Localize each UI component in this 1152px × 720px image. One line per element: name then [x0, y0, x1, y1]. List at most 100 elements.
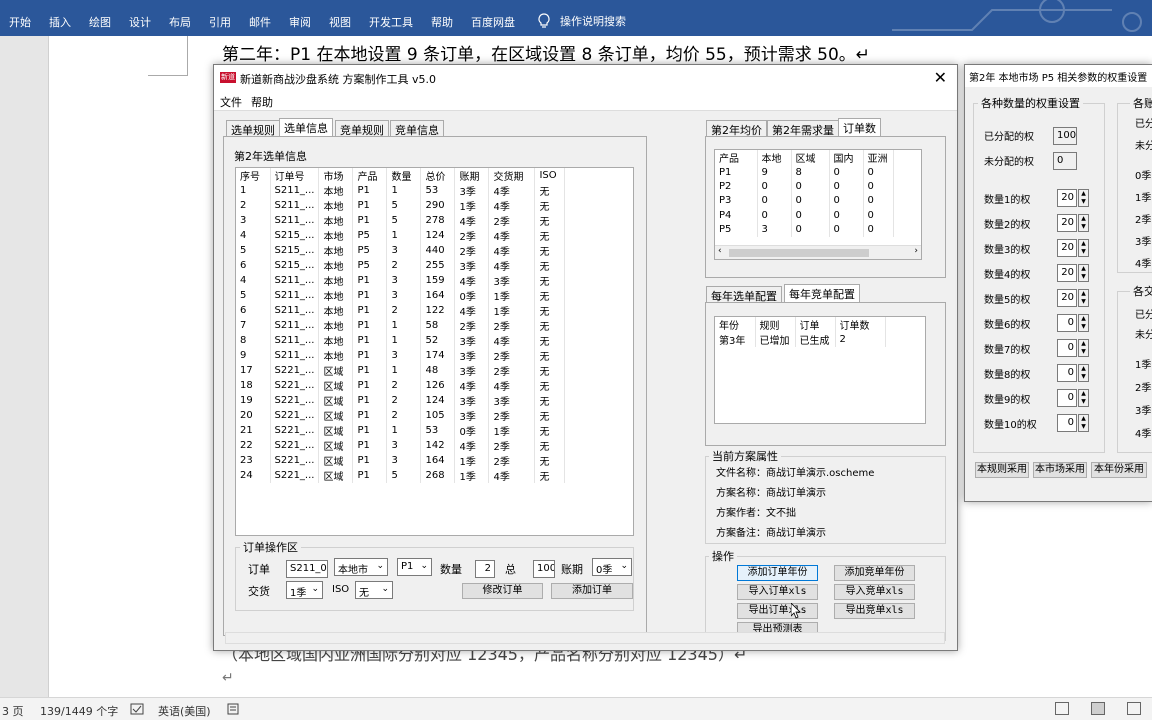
web-layout-icon[interactable]	[1127, 702, 1141, 715]
menu-help[interactable]: 帮助	[251, 94, 273, 110]
chevron-left-icon[interactable]: ‹	[718, 246, 722, 256]
spinner-arrows-icon[interactable]: ▲ ▼	[1078, 339, 1089, 357]
qty-weight-value[interactable]: 20	[1057, 214, 1077, 232]
status-language[interactable]: 英语(美国)	[158, 703, 211, 719]
add-order-button[interactable]: 添加订单	[551, 583, 633, 599]
table-row[interactable]: 2 S211_... 本地 P1 5 290 1季 4季无	[236, 198, 566, 213]
tab-bid-info[interactable]: 竞单信息	[390, 120, 444, 137]
ribbon-tab[interactable]: 审阅	[280, 14, 320, 30]
menu-file[interactable]: 文件	[220, 94, 242, 110]
table-row[interactable]: 5 S215_... 本地 P5 3 440 2季 4季无	[236, 243, 566, 258]
tell-me-search[interactable]: 操作说明搜索	[536, 13, 626, 29]
column-header[interactable]: 总价	[420, 168, 456, 183]
column-header[interactable]: 区域	[791, 150, 830, 165]
close-icon[interactable]: ✕	[934, 68, 947, 87]
add-order-year-button[interactable]: 添加订单年份	[737, 565, 818, 581]
tab-yearly-bid-config[interactable]: 每年竞单配置	[784, 284, 860, 303]
spinner-arrows-icon[interactable]: ▲ ▼	[1078, 364, 1089, 382]
qty-weight-spinner[interactable]: 20 ▲ ▼	[1057, 239, 1089, 257]
column-header[interactable]: 订单号	[270, 168, 320, 183]
qty-weight-value[interactable]: 0	[1057, 364, 1077, 382]
market-select[interactable]: 本地市 ⌄	[334, 558, 388, 576]
qty-weight-spinner[interactable]: 20 ▲ ▼	[1057, 189, 1089, 207]
spinner-arrows-icon[interactable]: ▲ ▼	[1078, 264, 1089, 282]
tab-bid-rules[interactable]: 竞单规则	[335, 120, 389, 137]
table-row[interactable]: P5 3 0 0 0	[715, 222, 894, 237]
ribbon-tab[interactable]: 百度网盘	[462, 14, 524, 30]
table-row[interactable]: 6 S215_... 本地 P5 2 255 3季 4季无	[236, 258, 566, 273]
table-row[interactable]: 7 S211_... 本地 P1 1 58 2季 2季无	[236, 318, 566, 333]
column-header[interactable]: 账期	[454, 168, 490, 183]
spinner-arrows-icon[interactable]: ▲ ▼	[1078, 314, 1089, 332]
ribbon-tab[interactable]: 设计	[120, 14, 160, 30]
modify-order-button[interactable]: 修改订单	[462, 583, 543, 599]
table-row[interactable]: 8 S211_... 本地 P1 1 52 3季 4季无	[236, 333, 566, 348]
qty-weight-value[interactable]: 20	[1057, 264, 1077, 282]
table-row[interactable]: P3 0 0 0 0	[715, 193, 894, 209]
ribbon-tab[interactable]: 布局	[160, 14, 200, 30]
export-bid-xls-button[interactable]: 导出竞单xls	[834, 603, 915, 619]
table-row[interactable]: 22 S221_... 区域 P1 3 142 4季 2季无	[236, 438, 566, 453]
spinner-arrows-icon[interactable]: ▲ ▼	[1078, 239, 1089, 257]
export-order-xls-button[interactable]: 导出订单xls	[737, 603, 818, 619]
qty-weight-value[interactable]: 0	[1057, 339, 1077, 357]
table-row[interactable]: 24 S221_... 区域 P1 5 268 1季 4季无	[236, 468, 566, 483]
column-header[interactable]: 规则	[755, 317, 796, 332]
document-line-1[interactable]: 第二年：P1 在本地设置 9 条订单，在区域设置 8 条订单，均价 55，预计需…	[222, 40, 870, 65]
qty-weight-spinner[interactable]: 0 ▲ ▼	[1057, 364, 1089, 382]
spinner-arrows-icon[interactable]: ▲ ▼	[1078, 414, 1089, 432]
qty-field[interactable]: 2	[475, 560, 495, 578]
table-row[interactable]: P1 9 8 0 0	[715, 165, 894, 180]
orders-table-container[interactable]: 序号 订单号 市场 产品 数量 总价 账期 交货期 ISO 1 S211_... 本地 P1 1 53 3季…	[235, 167, 634, 536]
order-count-table-container[interactable]: 产品 本地 区域 国内 亚洲 P1 9 8 0 0 P2 0 0 0 0 P3 0 0 0 0 P4 0 0 0 0 P5 3 0 0…	[714, 149, 922, 260]
qty-weight-spinner[interactable]: 0 ▲ ▼	[1057, 414, 1089, 432]
delivery-select[interactable]: 1季 ⌄	[286, 581, 323, 599]
column-header[interactable]: 序号	[236, 168, 271, 183]
table-row[interactable]: 3 S211_... 本地 P1 5 278 4季 2季无	[236, 213, 566, 228]
proofing-icon[interactable]	[130, 703, 144, 715]
apply-year-button[interactable]: 本年份采用	[1091, 462, 1147, 478]
ribbon-tab[interactable]: 引用	[200, 14, 240, 30]
term-select[interactable]: 0季 ⌄	[592, 558, 632, 576]
column-header[interactable]: 订单	[795, 317, 836, 332]
column-header[interactable]: 年份	[715, 317, 756, 332]
tab-yearly-select-config[interactable]: 每年选单配置	[706, 286, 782, 303]
column-header[interactable]: 市场	[318, 168, 354, 183]
ribbon-tab[interactable]: 视图	[320, 14, 360, 30]
iso-select[interactable]: 无 ⌄	[355, 581, 393, 599]
table-row[interactable]: 17 S221_... 区域 P1 1 48 3季 2季无	[236, 363, 566, 378]
status-word-count[interactable]: 139/1449 个字	[40, 703, 118, 719]
column-header[interactable]: 订单数	[835, 317, 886, 332]
ribbon-tab[interactable]: 帮助	[422, 14, 462, 30]
read-mode-icon[interactable]	[1055, 702, 1069, 715]
column-header[interactable]: 交货期	[488, 168, 536, 183]
table-row[interactable]: 23 S221_... 区域 P1 3 164 1季 2季无	[236, 453, 566, 468]
table-row[interactable]: 1 S211_... 本地 P1 1 53 3季 4季无	[236, 183, 566, 198]
qty-weight-spinner[interactable]: 20 ▲ ▼	[1057, 214, 1089, 232]
order-id-field[interactable]: S211_01	[286, 560, 328, 578]
qty-weight-spinner[interactable]: 0 ▲ ▼	[1057, 314, 1089, 332]
table-row[interactable]: 9 S211_... 本地 P1 3 174 3季 2季无	[236, 348, 566, 363]
table-row[interactable]: 6 S211_... 本地 P1 2 122 4季 1季无	[236, 303, 566, 318]
import-bid-xls-button[interactable]: 导入竞单xls	[834, 584, 915, 600]
table-row[interactable]: 第3年 已增加 已生成 2	[715, 332, 886, 347]
config-table-container[interactable]: 年份 规则 订单 订单数 第3年 已增加 已生成 2	[714, 316, 926, 424]
tab-year-avg-price[interactable]: 第2年均价	[706, 120, 767, 137]
print-layout-icon[interactable]	[1091, 702, 1105, 715]
ribbon-tab[interactable]: 开发工具	[360, 14, 422, 30]
table-row[interactable]: 20 S221_... 区域 P1 2 105 3季 2季无	[236, 408, 566, 423]
spinner-arrows-icon[interactable]: ▲ ▼	[1078, 389, 1089, 407]
product-select[interactable]: P1 ⌄	[397, 558, 432, 576]
import-order-xls-button[interactable]: 导入订单xls	[737, 584, 818, 600]
scrollbar-thumb[interactable]	[729, 249, 869, 257]
chevron-right-icon[interactable]: ›	[914, 246, 918, 256]
qty-weight-spinner[interactable]: 0 ▲ ▼	[1057, 339, 1089, 357]
ribbon-tab[interactable]: 插入	[40, 14, 80, 30]
spinner-arrows-icon[interactable]: ▲ ▼	[1078, 214, 1089, 232]
qty-weight-value[interactable]: 20	[1057, 189, 1077, 207]
table-row[interactable]: 18 S221_... 区域 P1 2 126 4季 4季无	[236, 378, 566, 393]
apply-market-button[interactable]: 本市场采用	[1033, 462, 1087, 478]
add-bid-year-button[interactable]: 添加竞单年份	[834, 565, 915, 581]
tab-order-count[interactable]: 订单数	[838, 118, 881, 137]
column-header[interactable]: 数量	[386, 168, 422, 183]
